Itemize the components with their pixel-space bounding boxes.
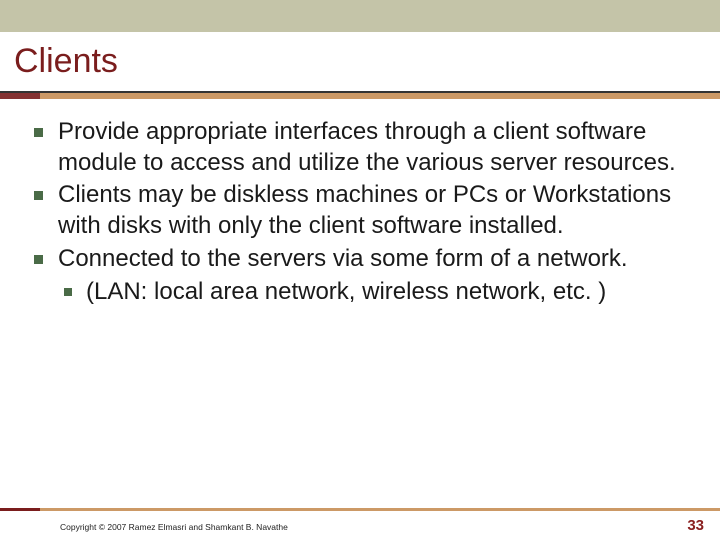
bullet-item: Connected to the servers via some form o… xyxy=(30,244,690,307)
top-band xyxy=(0,0,720,32)
bullet-item: Provide appropriate interfaces through a… xyxy=(30,117,690,178)
sub-bullet-item: (LAN: local area network, wireless netwo… xyxy=(58,277,690,308)
slide-title: Clients xyxy=(14,42,720,81)
bullet-list: Provide appropriate interfaces through a… xyxy=(30,117,690,307)
page-number: 33 xyxy=(687,517,704,534)
footer: Copyright © 2007 Ramez Elmasri and Shamk… xyxy=(0,508,720,540)
accent-bar xyxy=(0,93,720,99)
bullet-item: Clients may be diskless machines or PCs … xyxy=(30,180,690,241)
sub-bullet-text: (LAN: local area network, wireless netwo… xyxy=(86,278,606,305)
title-region: Clients xyxy=(0,32,720,93)
footer-accent-line xyxy=(0,508,720,511)
copyright-text: Copyright © 2007 Ramez Elmasri and Shamk… xyxy=(60,522,288,532)
content-area: Provide appropriate interfaces through a… xyxy=(0,99,720,307)
footer-accent-dark xyxy=(0,508,40,511)
accent-bar-left xyxy=(0,93,40,99)
bullet-text: Clients may be diskless machines or PCs … xyxy=(58,181,671,239)
sub-bullet-list: (LAN: local area network, wireless netwo… xyxy=(58,277,690,308)
bullet-text: Connected to the servers via some form o… xyxy=(58,245,628,272)
bullet-text: Provide appropriate interfaces through a… xyxy=(58,118,676,176)
accent-bar-right xyxy=(40,93,720,99)
